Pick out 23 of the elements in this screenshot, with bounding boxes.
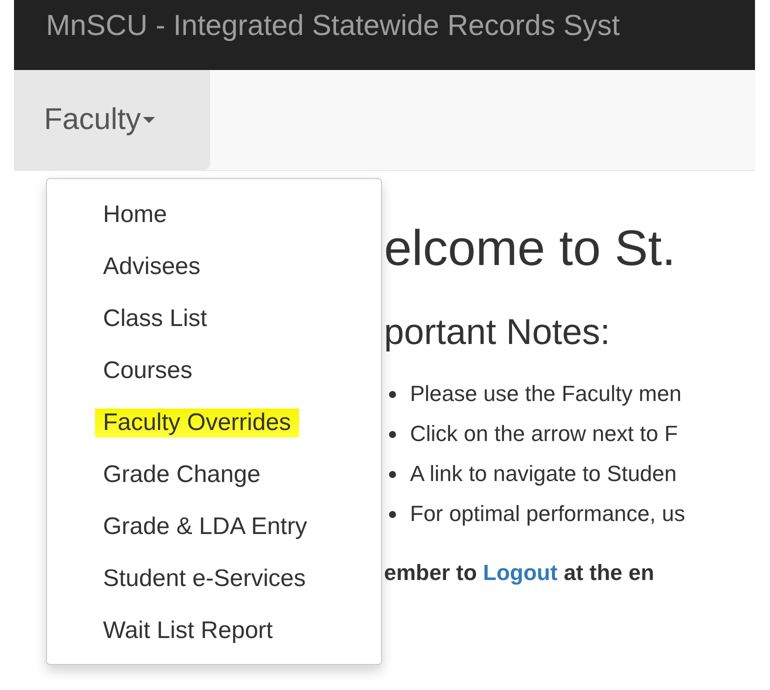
- caret-icon: [142, 117, 155, 123]
- bullet-icon: [389, 510, 396, 518]
- menu-item[interactable]: Wait List Report: [103, 605, 273, 657]
- note-text: Please use the Faculty men: [410, 381, 682, 407]
- logout-reminder: ember to Logout at the en: [384, 560, 656, 586]
- note-text: For optimal performance, us: [410, 501, 686, 527]
- menu-item[interactable]: Courses: [103, 345, 192, 397]
- logout-link[interactable]: Logout: [483, 560, 558, 585]
- faculty-menu[interactable]: Faculty: [14, 70, 210, 170]
- menu-item[interactable]: Advisees: [103, 241, 200, 293]
- bullet-icon: [389, 390, 396, 398]
- app-title: MnSCU - Integrated Statewide Records Syst: [46, 10, 620, 42]
- menu-item[interactable]: Home: [103, 189, 168, 241]
- bullet-icon: [389, 430, 396, 438]
- note-text: Click on the arrow next to F: [410, 421, 678, 447]
- notes-heading: portant Notes:: [384, 310, 612, 354]
- bullet-icon: [389, 470, 396, 478]
- menu-item[interactable]: Student e-Services: [103, 553, 306, 605]
- menu-item[interactable]: Class List: [103, 293, 208, 345]
- note-text: A link to navigate to Studen: [410, 461, 677, 487]
- menu-item[interactable]: Grade Change: [103, 449, 260, 501]
- welcome-heading: elcome to St.: [384, 219, 677, 278]
- menu-item[interactable]: Grade & LDA Entry: [103, 501, 308, 553]
